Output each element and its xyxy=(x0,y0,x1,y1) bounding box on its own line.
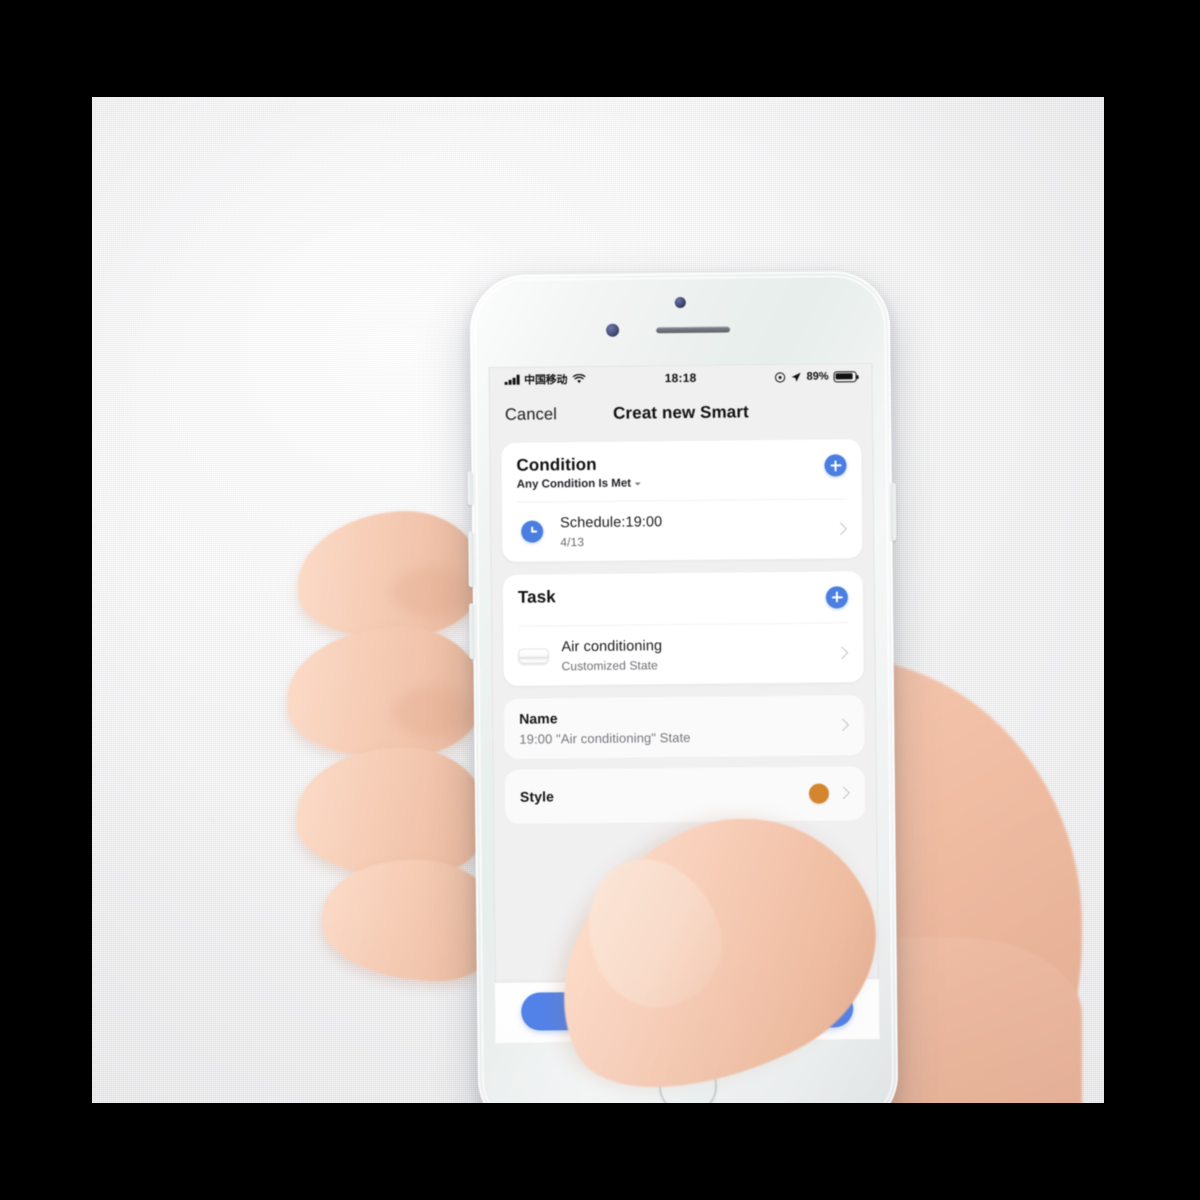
product-photo: 中国移动 18:18 89% Cancel Creat new Smart Co… xyxy=(92,97,1104,1103)
thumb-layer xyxy=(92,97,1104,1103)
